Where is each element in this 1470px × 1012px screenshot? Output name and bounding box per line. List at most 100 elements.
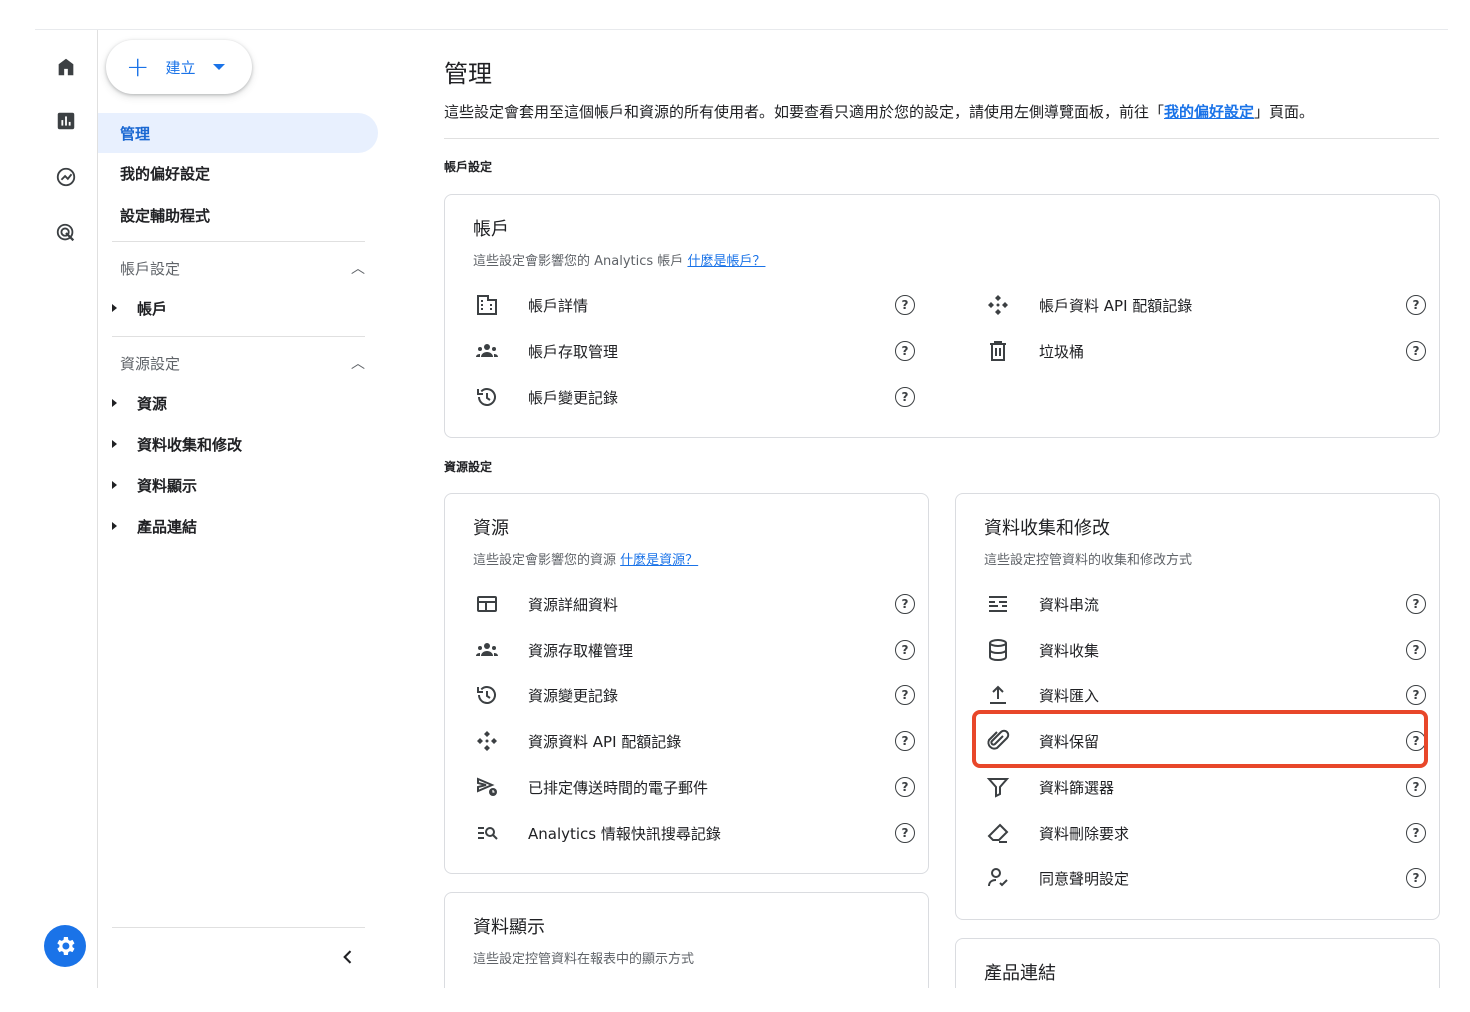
nav-sub-property[interactable]: 資源 [112, 385, 167, 421]
manage-search-icon [473, 819, 501, 847]
card-title: 帳戶 [473, 219, 509, 240]
advertising-icon[interactable] [51, 218, 81, 248]
row-consent-settings[interactable]: 同意聲明設定 ? [984, 860, 1426, 896]
help-icon[interactable]: ? [1406, 777, 1426, 797]
row-account-details[interactable]: 帳戶詳情 ? [473, 287, 915, 323]
help-icon[interactable]: ? [1406, 823, 1426, 843]
row-label: 資源詳細資料 [528, 595, 619, 614]
help-icon[interactable]: ? [895, 777, 915, 797]
row-property-access[interactable]: 資源存取權管理 ? [473, 632, 915, 668]
page-title: 管理 [444, 60, 492, 88]
what-is-account-link[interactable]: 什麼是帳戶？ [687, 254, 765, 269]
help-icon[interactable]: ? [895, 640, 915, 660]
row-scheduled-emails[interactable]: 已排定傳送時間的電子郵件 ? [473, 769, 915, 805]
my-preferences-link[interactable]: 我的偏好設定 [1164, 103, 1254, 121]
expand-arrow-icon [112, 481, 117, 489]
side-navigation: + 建立 管理 我的偏好設定 設定輔助程式 帳戶設定 ︿ 帳戶 資源設定 ︿ 資… [98, 30, 381, 988]
nav-sub-data-collection[interactable]: 資料收集和修改 [112, 426, 242, 462]
expand-arrow-icon [112, 399, 117, 407]
expand-arrow-icon [112, 304, 117, 312]
help-icon[interactable]: ? [895, 685, 915, 705]
gear-icon[interactable] [44, 925, 86, 967]
main-content: 管理 這些設定會套用至這個帳戶和資源的所有使用者。如要查看只適用於您的設定，請使… [444, 30, 1444, 988]
row-label: 資料收集 [1039, 641, 1100, 660]
help-icon[interactable]: ? [1406, 640, 1426, 660]
row-insights-search-history[interactable]: Analytics 情報快訊搜尋記錄 ? [473, 815, 915, 851]
row-data-streams[interactable]: 資料串流 ? [984, 586, 1426, 622]
help-icon[interactable]: ? [1406, 594, 1426, 614]
nav-sub-label: 帳戶 [137, 299, 168, 318]
help-icon[interactable]: ? [895, 341, 915, 361]
home-icon[interactable] [51, 52, 81, 82]
help-icon[interactable]: ? [895, 387, 915, 407]
person-check-icon [984, 864, 1012, 892]
row-account-change-history[interactable]: 帳戶變更記錄 ? [473, 379, 915, 415]
help-icon[interactable]: ? [895, 823, 915, 843]
row-label: 資料匯入 [1039, 686, 1100, 705]
nav-sub-data-display[interactable]: 資料顯示 [112, 467, 197, 503]
card-title: 產品連結 [984, 963, 1056, 984]
what-is-property-link[interactable]: 什麼是資源？ [620, 553, 698, 568]
card-title: 資料收集和修改 [984, 518, 1110, 539]
row-data-collection[interactable]: 資料收集 ? [984, 632, 1426, 668]
expand-arrow-icon [112, 522, 117, 530]
row-label: 資源存取權管理 [528, 641, 634, 660]
nav-sub-label: 產品連結 [137, 517, 198, 536]
caret-down-icon [213, 64, 226, 70]
people-icon [473, 337, 501, 365]
card-subtitle-text: 這些設定會影響您的 Analytics 帳戶 [473, 254, 684, 269]
row-label: 帳戶變更記錄 [528, 388, 619, 407]
row-property-api-quota[interactable]: 資源資料 API 配額記錄 ? [473, 723, 915, 759]
nav-item-admin[interactable]: 管理 [98, 113, 378, 153]
nav-item-setup-assistant[interactable]: 設定輔助程式 [98, 195, 210, 235]
row-label: 資源變更記錄 [528, 686, 619, 705]
row-account-access[interactable]: 帳戶存取管理 ? [473, 333, 915, 369]
row-property-change-history[interactable]: 資源變更記錄 ? [473, 677, 915, 713]
nav-sub-label: 資料顯示 [137, 476, 198, 495]
card-subtitle: 這些設定會影響您的 Analytics 帳戶 什麼是帳戶？ [473, 250, 765, 269]
data-streams-icon [984, 590, 1012, 618]
help-icon[interactable]: ? [1406, 685, 1426, 705]
help-icon[interactable]: ? [1406, 295, 1426, 315]
create-button[interactable]: + 建立 [106, 40, 252, 94]
row-data-deletion[interactable]: 資料刪除要求 ? [984, 815, 1426, 851]
expand-arrow-icon [112, 440, 117, 448]
card-subtitle: 這些設定控管資料的收集和修改方式 [984, 553, 1193, 568]
row-data-import[interactable]: 資料匯入 ? [984, 677, 1426, 713]
row-label: 資料串流 [1039, 595, 1100, 614]
nav-sub-account[interactable]: 帳戶 [112, 290, 167, 326]
help-icon[interactable]: ? [1406, 868, 1426, 888]
collapse-chevron-icon[interactable] [336, 945, 360, 969]
reports-icon[interactable] [51, 106, 81, 136]
nav-section-label: 資源設定 [120, 354, 181, 373]
help-icon[interactable]: ? [895, 731, 915, 751]
account-card: 帳戶 這些設定會影響您的 Analytics 帳戶 什麼是帳戶？ 帳戶詳情 ? … [444, 194, 1440, 438]
highlight-box [972, 710, 1428, 768]
desc-suffix: 」頁面。 [1254, 103, 1315, 121]
card-subtitle-text: 這些設定會影響您的資源 [473, 553, 617, 568]
nav-section-property-settings[interactable]: 資源設定 ︿ [120, 343, 365, 383]
explore-icon[interactable] [51, 162, 81, 192]
row-property-details[interactable]: 資源詳細資料 ? [473, 586, 915, 622]
row-trash[interactable]: 垃圾桶 ? [984, 333, 1426, 369]
upload-icon [984, 681, 1012, 709]
row-data-filters[interactable]: 資料篩選器 ? [984, 769, 1426, 805]
row-label: 帳戶存取管理 [528, 342, 619, 361]
database-icon [984, 636, 1012, 664]
help-icon[interactable]: ? [895, 594, 915, 614]
nav-item-my-preferences[interactable]: 我的偏好設定 [98, 153, 210, 193]
row-label: 資料刪除要求 [1039, 824, 1130, 843]
row-label: Analytics 情報快訊搜尋記錄 [528, 824, 721, 843]
row-account-api-quota[interactable]: 帳戶資料 API 配額記錄 ? [984, 287, 1426, 323]
product-links-card: 產品連結 [955, 938, 1440, 988]
scheduled-send-icon [473, 773, 501, 801]
card-title: 資源 [473, 518, 509, 539]
nav-section-account-settings[interactable]: 帳戶設定 ︿ [120, 248, 365, 288]
help-icon[interactable]: ? [1406, 341, 1426, 361]
row-label: 同意聲明設定 [1039, 869, 1130, 888]
nav-sub-product-links[interactable]: 產品連結 [112, 508, 197, 544]
api-icon [473, 727, 501, 755]
row-label: 資源資料 API 配額記錄 [528, 732, 682, 751]
help-icon[interactable]: ? [895, 295, 915, 315]
section-heading-property: 資源設定 [444, 460, 493, 474]
